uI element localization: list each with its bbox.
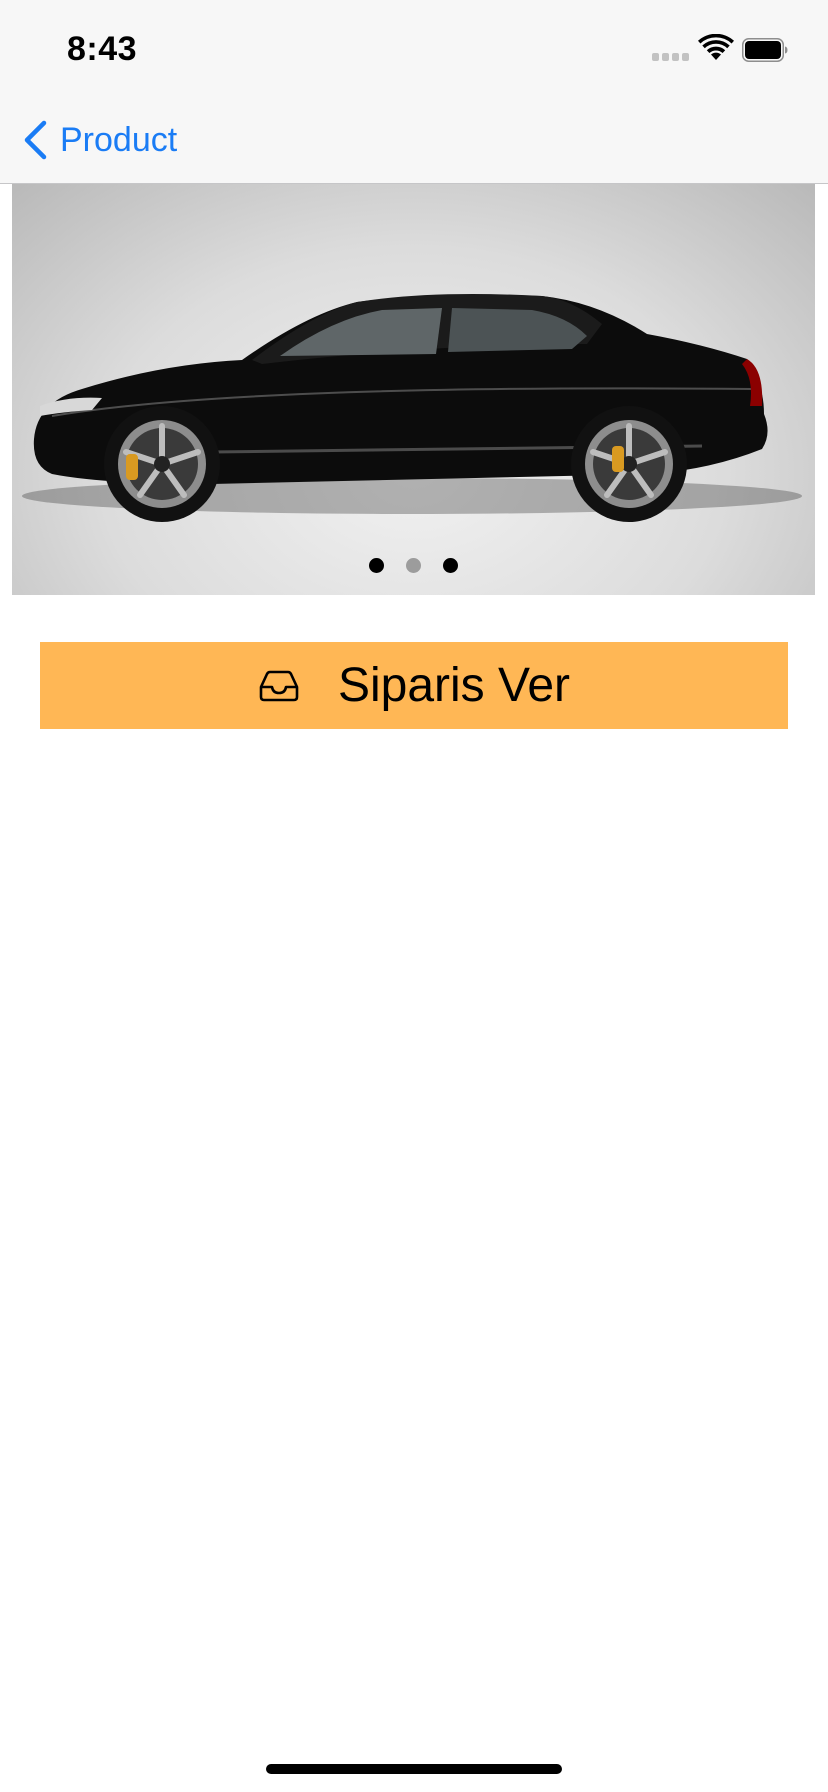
product-image-carousel[interactable]: [12, 184, 815, 595]
order-button[interactable]: Siparis Ver: [40, 642, 788, 729]
back-button-label: Product: [60, 120, 178, 159]
order-button-label: Siparis Ver: [337, 659, 571, 712]
page-dot-2[interactable]: [406, 558, 421, 573]
product-screen: 8:43 Product Siparis Ver: [0, 0, 828, 1792]
wifi-icon: [698, 34, 734, 60]
page-dot-3[interactable]: [443, 558, 458, 573]
chevron-left-icon: [24, 120, 47, 160]
status-time: 8:43: [67, 30, 138, 68]
back-button[interactable]: Product: [22, 115, 177, 165]
cellular-signal-icon: [652, 53, 689, 61]
battery-icon: [742, 38, 788, 62]
tray-icon: [259, 670, 299, 701]
page-indicator[interactable]: [12, 558, 815, 573]
car-image: [22, 294, 802, 522]
top-bar: 8:43 Product: [0, 0, 828, 184]
home-indicator[interactable]: [266, 1764, 562, 1774]
page-dot-1[interactable]: [369, 558, 384, 573]
